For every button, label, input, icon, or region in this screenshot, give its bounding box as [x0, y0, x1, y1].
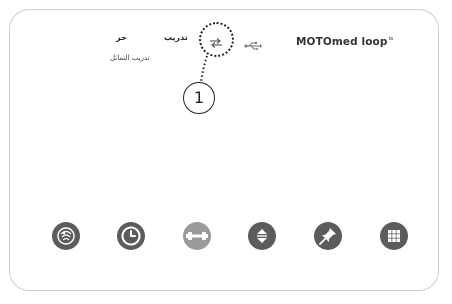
adjust-button[interactable] [248, 222, 276, 250]
clock-icon [121, 226, 141, 246]
dumbbell-icon [186, 232, 208, 240]
training-load-button[interactable] [183, 222, 211, 250]
menu-grid-button[interactable] [380, 222, 408, 250]
pin-icon [319, 228, 336, 245]
callout-number: 1 [183, 82, 215, 114]
up-down-icon [257, 229, 267, 243]
grid-icon [388, 230, 400, 242]
therapist-icon [57, 227, 75, 245]
therapist-button[interactable] [52, 222, 80, 250]
timer-button[interactable] [117, 222, 145, 250]
callout-leader-line [200, 55, 208, 83]
pin-button[interactable] [314, 222, 342, 250]
